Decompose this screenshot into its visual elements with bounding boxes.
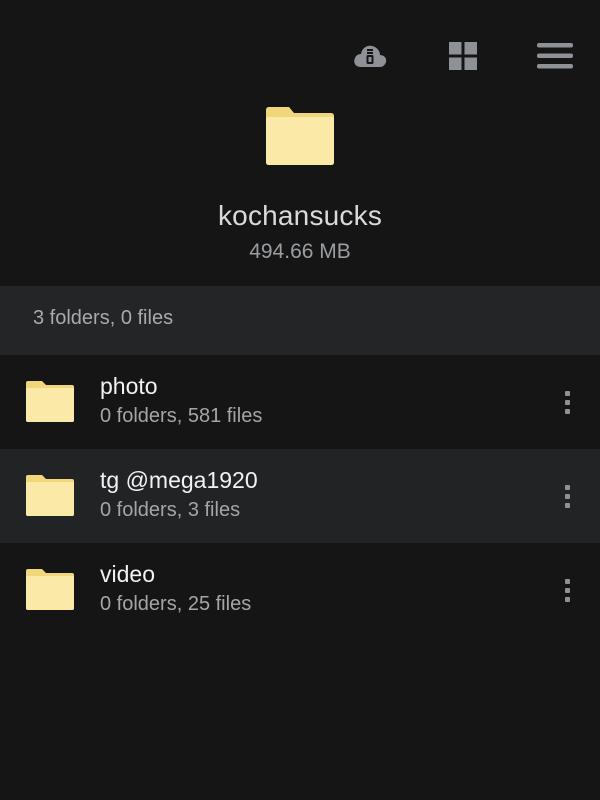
more-options-icon[interactable] xyxy=(553,573,581,607)
folder-icon xyxy=(26,381,74,422)
cloud-download-icon xyxy=(354,45,387,67)
summary-text: 3 folders, 0 files xyxy=(33,307,174,329)
app-window: kochansucks 494.66 MB 3 folders, 0 files… xyxy=(0,0,600,800)
item-meta: 0 folders, 3 files xyxy=(100,499,241,521)
item-name: photo xyxy=(100,373,158,399)
menu-button[interactable] xyxy=(529,30,581,82)
toolbar xyxy=(0,0,600,110)
folder-size: 494.66 MB xyxy=(249,240,351,263)
grid-view-button[interactable] xyxy=(437,30,489,82)
folder-icon xyxy=(266,107,334,165)
more-options-icon[interactable] xyxy=(553,479,581,513)
item-name: video xyxy=(100,561,155,587)
menu-icon xyxy=(537,43,573,69)
item-name: tg @mega1920 xyxy=(100,467,258,493)
folder-title: kochansucks xyxy=(217,200,383,231)
folder-list: photo 0 folders, 581 files tg @mega1920 … xyxy=(0,355,600,637)
cloud-download-button[interactable] xyxy=(344,30,396,82)
folder-header: kochansucks 494.66 MB xyxy=(0,100,600,285)
grid-view-icon xyxy=(449,42,477,70)
item-meta: 0 folders, 581 files xyxy=(100,405,263,427)
summary-bar: 3 folders, 0 files xyxy=(0,286,600,355)
folder-icon xyxy=(26,569,74,610)
list-item[interactable]: video 0 folders, 25 files xyxy=(0,543,600,637)
more-options-icon[interactable] xyxy=(553,385,581,419)
folder-icon xyxy=(26,475,74,516)
list-item[interactable]: tg @mega1920 0 folders, 3 files xyxy=(0,449,600,543)
list-item[interactable]: photo 0 folders, 581 files xyxy=(0,355,600,449)
item-meta: 0 folders, 25 files xyxy=(100,593,252,615)
